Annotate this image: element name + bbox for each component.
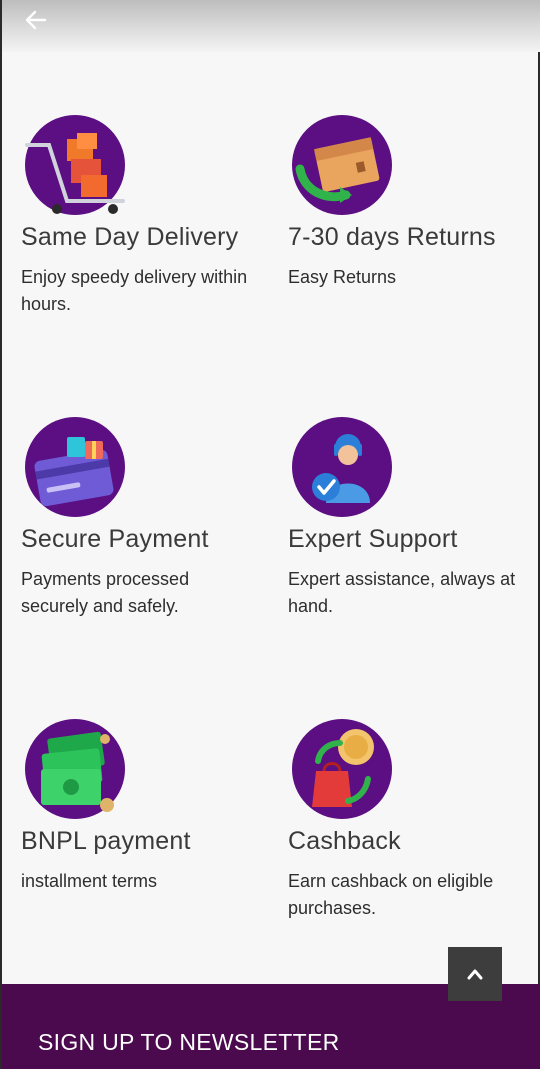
back-button[interactable] xyxy=(22,6,50,34)
feature-description: Easy Returns xyxy=(288,267,397,287)
delivery-cart-icon xyxy=(25,133,125,214)
feature-description: installment terms xyxy=(21,871,158,891)
top-bar xyxy=(2,0,540,52)
feature-title: Expert Support xyxy=(288,525,458,553)
feature-icon-wrap xyxy=(25,719,125,819)
feature-icon-wrap xyxy=(292,115,392,215)
payment-card-icon xyxy=(34,437,114,507)
newsletter-title: SIGN UP TO NEWSLETTER xyxy=(38,1029,340,1055)
cashback-icon xyxy=(312,729,374,807)
feature-description: Enjoy speedy delivery within hours. xyxy=(21,267,248,314)
feature-icon-wrap xyxy=(292,719,392,819)
feature-icon-wrap xyxy=(25,417,125,517)
feature-title: Cashback xyxy=(288,827,401,855)
feature-icon-wrap xyxy=(292,417,392,517)
feature-title: Same Day Delivery xyxy=(21,223,239,251)
cash-notes-icon xyxy=(41,731,114,812)
chevron-up-icon xyxy=(467,969,483,980)
feature-title: 7-30 days Returns xyxy=(288,223,496,251)
returns-box-icon xyxy=(295,137,380,203)
feature-description: Earn cashback on eligible purchases. xyxy=(288,871,494,918)
scroll-to-top-button[interactable] xyxy=(448,947,502,1001)
feature-title: Secure Payment xyxy=(21,525,209,553)
app-frame: Same Day Delivery Enjoy speedy delivery … xyxy=(0,0,540,1069)
feature-description: Expert assistance, always at hand. xyxy=(288,569,516,616)
arrow-left-icon xyxy=(25,10,47,30)
support-agent-icon xyxy=(312,434,370,503)
feature-description: Payments processed securely and safely. xyxy=(21,569,190,616)
feature-title: BNPL payment xyxy=(21,827,191,855)
feature-icon-wrap xyxy=(25,115,125,215)
